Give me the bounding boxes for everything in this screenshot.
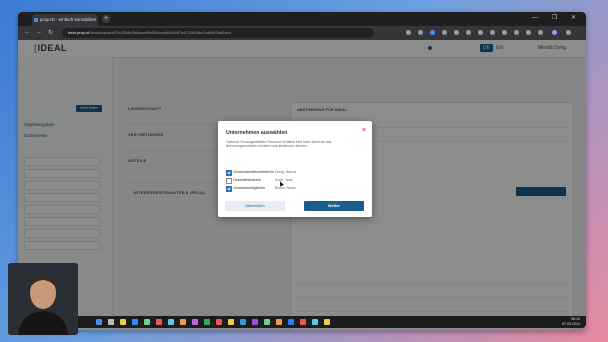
extension-icon[interactable] — [478, 30, 483, 35]
person-role: Gemeinschaftsvertreter/in — [233, 170, 275, 174]
url-field[interactable]: beta.prop.id/deals/cacaeb27b2254b0b8aaeb… — [62, 28, 374, 38]
extension-icon[interactable] — [526, 30, 531, 35]
extension-icon[interactable] — [502, 30, 507, 35]
app-icon[interactable] — [300, 319, 306, 325]
taskbar: 08:15 07.03.2024 — [0, 312, 608, 342]
extension-icon[interactable] — [466, 30, 471, 35]
extension-icon[interactable] — [442, 30, 447, 35]
app-icon[interactable] — [252, 319, 258, 325]
app-icon[interactable] — [276, 319, 282, 325]
app-icon[interactable] — [132, 319, 138, 325]
cancel-button[interactable]: Abbrechen — [225, 201, 285, 211]
extension-icon[interactable] — [454, 30, 459, 35]
forward-icon[interactable]: → — [36, 29, 42, 35]
url-path: /deals/cacaeb27b2254b0b8aaeb8b069cedd6c5… — [89, 30, 231, 35]
app-icon[interactable] — [120, 319, 126, 325]
menu-icon[interactable] — [566, 30, 571, 35]
person-role: Vorstandsmitglied/in — [233, 186, 266, 190]
start-icon[interactable] — [96, 319, 102, 325]
extension-icon[interactable] — [490, 30, 495, 35]
person-row[interactable]: Geschäftsleiter/in Koch, Julia — [226, 178, 366, 184]
dialog-title: Unternehmen auswählen — [226, 130, 288, 136]
app-icon[interactable] — [192, 319, 198, 325]
close-icon[interactable]: × — [362, 127, 366, 134]
next-button[interactable]: Weiter — [304, 201, 364, 211]
tab-title: prop.ID - einfach immobilien — [40, 17, 97, 22]
app-icon[interactable] — [108, 319, 114, 325]
select-company-dialog: Unternehmen auswählen × Optional: Es aus… — [218, 121, 372, 217]
dialog-description: Optional: Es ausgewählten Personen erhal… — [226, 140, 332, 149]
app-icon[interactable] — [240, 319, 246, 325]
system-tray-clock[interactable]: 08:15 07.03.2024 — [562, 317, 580, 326]
person-silhouette-icon — [8, 263, 78, 335]
app-icon[interactable] — [144, 319, 150, 325]
url-host: beta.prop.id — [68, 30, 90, 35]
close-tab-icon[interactable]: × — [93, 14, 96, 26]
tab-bar: prop.ID - einfach immobilien × + — ❐ ✕ — [18, 12, 586, 26]
taskbar-bar: 08:15 07.03.2024 — [18, 316, 586, 328]
address-bar-row: ← → ↻ beta.prop.id/deals/cacaeb27b2254b0… — [18, 26, 586, 40]
checkbox[interactable] — [226, 186, 232, 192]
app-icon[interactable] — [228, 319, 234, 325]
back-icon[interactable]: ← — [24, 29, 30, 35]
new-tab-button[interactable]: + — [102, 15, 110, 23]
app-icon[interactable] — [264, 319, 270, 325]
person-row[interactable]: Gemeinschaftsvertreter/in Dong, Hanna — [226, 170, 366, 176]
app-icon[interactable] — [288, 319, 294, 325]
extension-icon[interactable] — [418, 30, 423, 35]
person-role: Geschäftsleiter/in — [233, 178, 261, 182]
app-icon[interactable] — [156, 319, 162, 325]
person-row[interactable]: Vorstandsmitglied/in Braun, Nisan — [226, 186, 366, 192]
app-icon[interactable] — [324, 319, 330, 325]
browser-tab[interactable]: prop.ID - einfach immobilien × — [32, 14, 98, 26]
checkbox[interactable] — [226, 170, 232, 176]
webcam-overlay — [8, 263, 78, 335]
checkbox[interactable] — [226, 178, 232, 184]
person-name: Dong, Hanna — [275, 170, 297, 174]
favicon-icon — [34, 18, 38, 22]
app-icon[interactable] — [312, 319, 318, 325]
app-icon[interactable] — [204, 319, 210, 325]
profile-icon[interactable] — [552, 30, 557, 35]
app-icon[interactable] — [168, 319, 174, 325]
extension-icon[interactable] — [430, 30, 435, 35]
app-icon[interactable] — [180, 319, 186, 325]
extension-icon[interactable] — [514, 30, 519, 35]
person-name: Braun, Nisan — [275, 186, 296, 190]
reload-icon[interactable]: ↻ — [48, 29, 53, 36]
extension-icon[interactable] — [406, 30, 411, 35]
app-icon[interactable] — [216, 319, 222, 325]
window-controls[interactable]: — ❐ ✕ — [532, 14, 582, 21]
extension-icon[interactable] — [538, 30, 543, 35]
